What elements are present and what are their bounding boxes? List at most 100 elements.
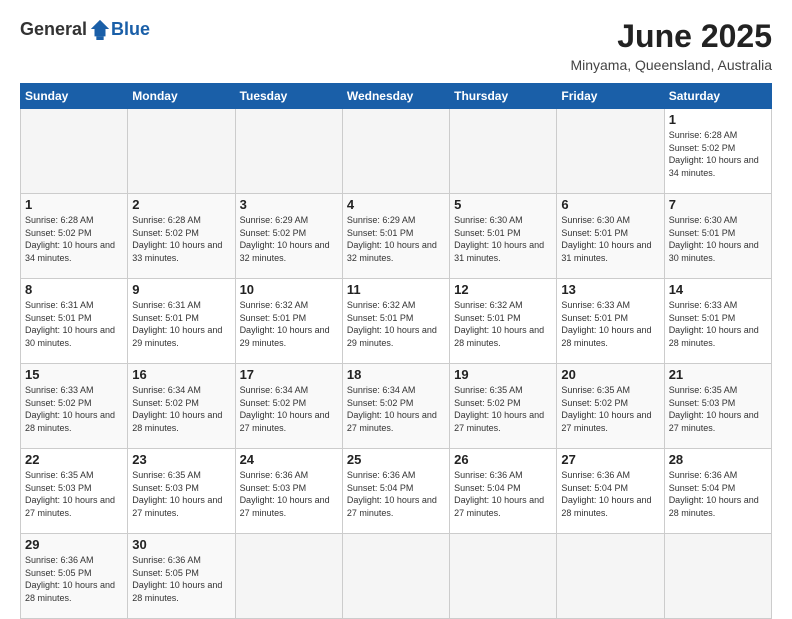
header-wednesday: Wednesday xyxy=(342,84,449,109)
day-info: Sunrise: 6:35 AM Sunset: 5:02 PM Dayligh… xyxy=(561,384,659,434)
calendar-cell: 10 Sunrise: 6:32 AM Sunset: 5:01 PM Dayl… xyxy=(235,279,342,364)
day-number: 6 xyxy=(561,197,659,212)
sunset: Sunset: 5:02 PM xyxy=(454,398,521,408)
daylight: Daylight: 10 hours and 27 minutes. xyxy=(240,410,330,433)
calendar-cell xyxy=(342,109,449,194)
header-monday: Monday xyxy=(128,84,235,109)
day-number: 3 xyxy=(240,197,338,212)
sunrise: Sunrise: 6:35 AM xyxy=(25,470,94,480)
day-info: Sunrise: 6:33 AM Sunset: 5:01 PM Dayligh… xyxy=(669,299,767,349)
day-number: 16 xyxy=(132,367,230,382)
day-number: 22 xyxy=(25,452,123,467)
sunrise: Sunrise: 6:30 AM xyxy=(561,215,630,225)
daylight: Daylight: 10 hours and 28 minutes. xyxy=(132,580,222,603)
sunrise: Sunrise: 6:36 AM xyxy=(132,555,201,565)
sunset: Sunset: 5:02 PM xyxy=(25,398,92,408)
calendar-week-row: 22 Sunrise: 6:35 AM Sunset: 5:03 PM Dayl… xyxy=(21,449,772,534)
calendar-week-row: 1 Sunrise: 6:28 AM Sunset: 5:02 PM Dayli… xyxy=(21,194,772,279)
day-number: 26 xyxy=(454,452,552,467)
calendar-cell: 18 Sunrise: 6:34 AM Sunset: 5:02 PM Dayl… xyxy=(342,364,449,449)
calendar-cell: 11 Sunrise: 6:32 AM Sunset: 5:01 PM Dayl… xyxy=(342,279,449,364)
day-number: 2 xyxy=(132,197,230,212)
daylight: Daylight: 10 hours and 34 minutes. xyxy=(669,155,759,178)
sunrise: Sunrise: 6:30 AM xyxy=(669,215,738,225)
logo-general: General xyxy=(20,19,87,40)
day-info: Sunrise: 6:35 AM Sunset: 5:03 PM Dayligh… xyxy=(25,469,123,519)
calendar-cell xyxy=(21,109,128,194)
sunset: Sunset: 5:02 PM xyxy=(240,398,307,408)
sunset: Sunset: 5:01 PM xyxy=(561,228,628,238)
sunrise: Sunrise: 6:35 AM xyxy=(561,385,630,395)
daylight: Daylight: 10 hours and 27 minutes. xyxy=(561,410,651,433)
day-info: Sunrise: 6:28 AM Sunset: 5:02 PM Dayligh… xyxy=(132,214,230,264)
calendar-cell: 22 Sunrise: 6:35 AM Sunset: 5:03 PM Dayl… xyxy=(21,449,128,534)
day-info: Sunrise: 6:34 AM Sunset: 5:02 PM Dayligh… xyxy=(347,384,445,434)
calendar-cell: 6 Sunrise: 6:30 AM Sunset: 5:01 PM Dayli… xyxy=(557,194,664,279)
sunset: Sunset: 5:01 PM xyxy=(561,313,628,323)
daylight: Daylight: 10 hours and 28 minutes. xyxy=(561,495,651,518)
daylight: Daylight: 10 hours and 29 minutes. xyxy=(132,325,222,348)
calendar-cell: 21 Sunrise: 6:35 AM Sunset: 5:03 PM Dayl… xyxy=(664,364,771,449)
daylight: Daylight: 10 hours and 33 minutes. xyxy=(132,240,222,263)
day-info: Sunrise: 6:36 AM Sunset: 5:04 PM Dayligh… xyxy=(347,469,445,519)
daylight: Daylight: 10 hours and 28 minutes. xyxy=(25,410,115,433)
sunrise: Sunrise: 6:28 AM xyxy=(669,130,738,140)
calendar-cell xyxy=(557,534,664,619)
sunrise: Sunrise: 6:34 AM xyxy=(240,385,309,395)
sunset: Sunset: 5:02 PM xyxy=(25,228,92,238)
day-info: Sunrise: 6:36 AM Sunset: 5:05 PM Dayligh… xyxy=(25,554,123,604)
day-info: Sunrise: 6:28 AM Sunset: 5:02 PM Dayligh… xyxy=(25,214,123,264)
calendar-cell xyxy=(450,534,557,619)
calendar-cell xyxy=(235,534,342,619)
day-number: 24 xyxy=(240,452,338,467)
calendar-week-row: 8 Sunrise: 6:31 AM Sunset: 5:01 PM Dayli… xyxy=(21,279,772,364)
sunset: Sunset: 5:01 PM xyxy=(669,313,736,323)
sunrise: Sunrise: 6:31 AM xyxy=(25,300,94,310)
header: General Blue June 2025 Minyama, Queensla… xyxy=(20,18,772,73)
daylight: Daylight: 10 hours and 29 minutes. xyxy=(347,325,437,348)
calendar-cell: 17 Sunrise: 6:34 AM Sunset: 5:02 PM Dayl… xyxy=(235,364,342,449)
daylight: Daylight: 10 hours and 28 minutes. xyxy=(669,495,759,518)
calendar-week-row: 29 Sunrise: 6:36 AM Sunset: 5:05 PM Dayl… xyxy=(21,534,772,619)
sunrise: Sunrise: 6:36 AM xyxy=(347,470,416,480)
daylight: Daylight: 10 hours and 30 minutes. xyxy=(669,240,759,263)
sunrise: Sunrise: 6:29 AM xyxy=(240,215,309,225)
sunset: Sunset: 5:01 PM xyxy=(132,313,199,323)
day-number: 25 xyxy=(347,452,445,467)
sunset: Sunset: 5:02 PM xyxy=(132,228,199,238)
day-info: Sunrise: 6:29 AM Sunset: 5:01 PM Dayligh… xyxy=(347,214,445,264)
day-number: 13 xyxy=(561,282,659,297)
sunrise: Sunrise: 6:35 AM xyxy=(669,385,738,395)
day-number: 7 xyxy=(669,197,767,212)
header-friday: Friday xyxy=(557,84,664,109)
page: General Blue June 2025 Minyama, Queensla… xyxy=(0,0,792,612)
calendar-cell: 19 Sunrise: 6:35 AM Sunset: 5:02 PM Dayl… xyxy=(450,364,557,449)
day-info: Sunrise: 6:32 AM Sunset: 5:01 PM Dayligh… xyxy=(454,299,552,349)
daylight: Daylight: 10 hours and 32 minutes. xyxy=(347,240,437,263)
calendar-table: Sunday Monday Tuesday Wednesday Thursday… xyxy=(20,83,772,619)
day-number: 29 xyxy=(25,537,123,552)
title-month: June 2025 xyxy=(570,18,772,55)
sunrise: Sunrise: 6:35 AM xyxy=(132,470,201,480)
calendar-cell xyxy=(664,534,771,619)
day-number: 21 xyxy=(669,367,767,382)
daylight: Daylight: 10 hours and 28 minutes. xyxy=(669,325,759,348)
sunrise: Sunrise: 6:33 AM xyxy=(25,385,94,395)
calendar-cell: 25 Sunrise: 6:36 AM Sunset: 5:04 PM Dayl… xyxy=(342,449,449,534)
daylight: Daylight: 10 hours and 27 minutes. xyxy=(454,410,544,433)
day-info: Sunrise: 6:35 AM Sunset: 5:02 PM Dayligh… xyxy=(454,384,552,434)
daylight: Daylight: 10 hours and 28 minutes. xyxy=(454,325,544,348)
sunset: Sunset: 5:03 PM xyxy=(240,483,307,493)
daylight: Daylight: 10 hours and 29 minutes. xyxy=(240,325,330,348)
daylight: Daylight: 10 hours and 27 minutes. xyxy=(347,410,437,433)
daylight: Daylight: 10 hours and 27 minutes. xyxy=(669,410,759,433)
sunset: Sunset: 5:01 PM xyxy=(669,228,736,238)
calendar-header: Sunday Monday Tuesday Wednesday Thursday… xyxy=(21,84,772,109)
daylight: Daylight: 10 hours and 27 minutes. xyxy=(240,495,330,518)
calendar-cell: 5 Sunrise: 6:30 AM Sunset: 5:01 PM Dayli… xyxy=(450,194,557,279)
sunrise: Sunrise: 6:34 AM xyxy=(132,385,201,395)
day-number: 17 xyxy=(240,367,338,382)
calendar-cell xyxy=(557,109,664,194)
day-info: Sunrise: 6:31 AM Sunset: 5:01 PM Dayligh… xyxy=(25,299,123,349)
day-info: Sunrise: 6:33 AM Sunset: 5:01 PM Dayligh… xyxy=(561,299,659,349)
